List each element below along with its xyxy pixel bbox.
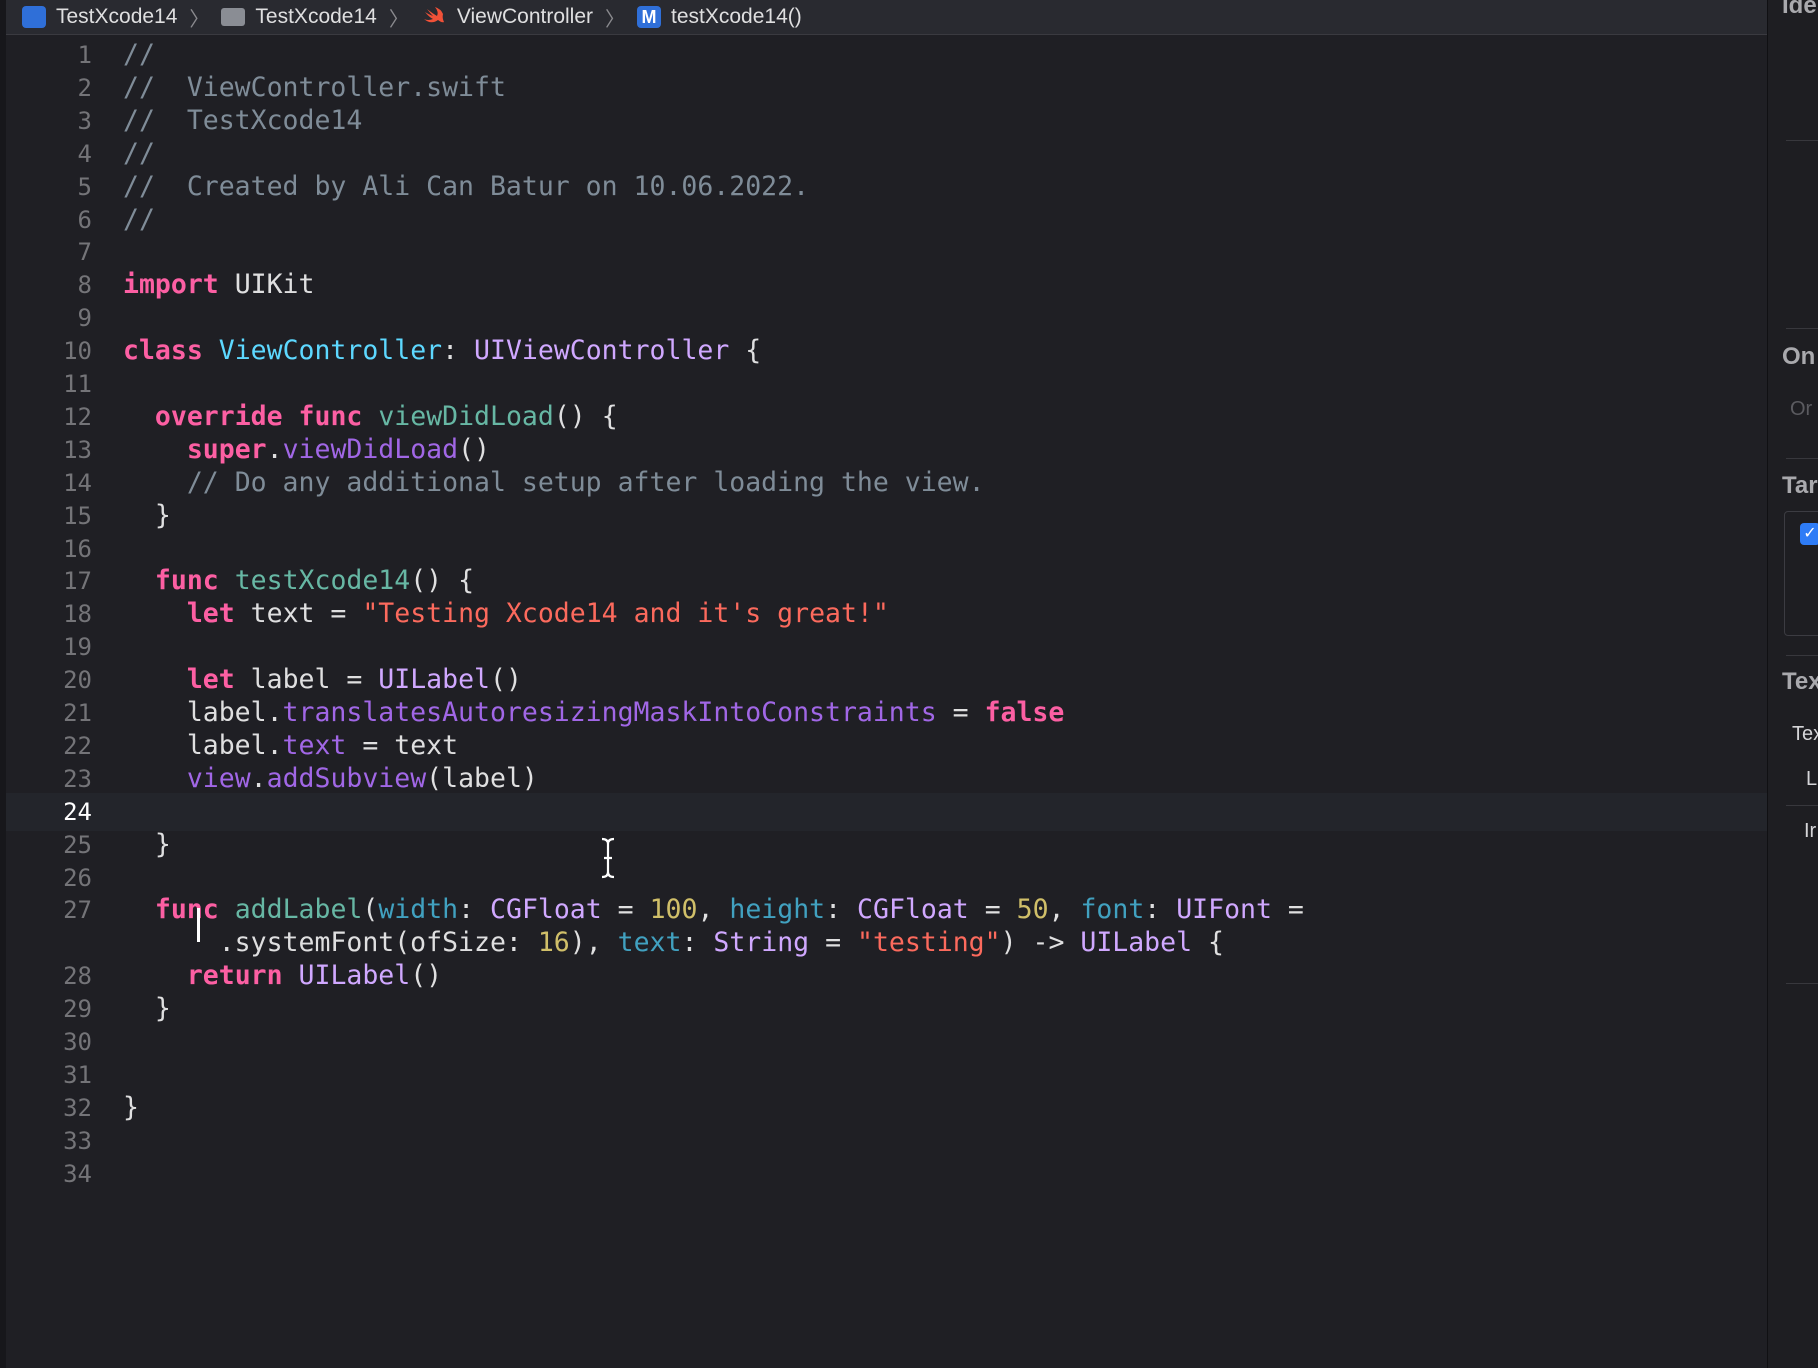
inspector-divider — [1786, 328, 1818, 329]
breadcrumb-label: ViewController — [456, 5, 594, 28]
breadcrumb-separator-icon: 〉 — [388, 8, 409, 31]
text-settings-header: Tex — [1782, 668, 1818, 695]
source-editor[interactable]: 1//2// ViewController.swift 3// TestXcode… — [6, 36, 1767, 1368]
line-endings-label: L — [1806, 768, 1818, 790]
inspector-divider — [1786, 140, 1818, 141]
method-icon: M — [637, 6, 662, 28]
folder-icon — [221, 8, 246, 26]
breadcrumb-separator-icon: 〉 — [605, 8, 626, 31]
code-line[interactable]: 34 — [6, 1155, 1767, 1193]
jump-bar: TestXcode14 〉 TestXcode14 〉 ViewController 〉 M… — [0, 0, 1767, 35]
inspector-divider — [1786, 805, 1818, 806]
target-membership-header: Tar — [1782, 472, 1818, 499]
breadcrumb-item[interactable]: TestXcode14 — [221, 5, 377, 29]
breadcrumb-label: TestXcode14 — [56, 5, 178, 28]
inspector-divider — [1786, 983, 1818, 984]
breadcrumb-item[interactable]: ViewController — [421, 5, 593, 29]
project-icon — [22, 6, 46, 28]
text-cursor — [197, 908, 200, 942]
on-demand-tags-field[interactable]: Or — [1790, 398, 1812, 421]
swift-file-icon — [423, 7, 444, 23]
breadcrumb-label: testXcode14() — [671, 5, 802, 28]
breadcrumb-item[interactable]: MtestXcode14() — [637, 5, 802, 29]
inspector-divider — [1786, 458, 1818, 459]
inspector-divider — [1786, 655, 1818, 656]
text-encoding-label: Tex — [1792, 723, 1818, 745]
breadcrumb-separator-icon: 〉 — [189, 8, 210, 31]
window-edge — [0, 0, 6, 1368]
inspector-top-label: Ide — [1782, 0, 1817, 19]
line-number: 34 — [63, 1159, 92, 1188]
breadcrumb-item[interactable]: TestXcode14 — [22, 5, 177, 29]
breadcrumb-label: TestXcode14 — [255, 5, 377, 28]
indent-using-label: Ir — [1804, 820, 1817, 842]
inspector-panel: Ide On Or Tar ✓ Tex Tex L Ir — [1767, 0, 1818, 1368]
ibeam-cursor-icon — [601, 837, 615, 879]
on-demand-resource-tags-header: On — [1782, 343, 1816, 370]
target-checkbox[interactable]: ✓ — [1800, 523, 1818, 545]
